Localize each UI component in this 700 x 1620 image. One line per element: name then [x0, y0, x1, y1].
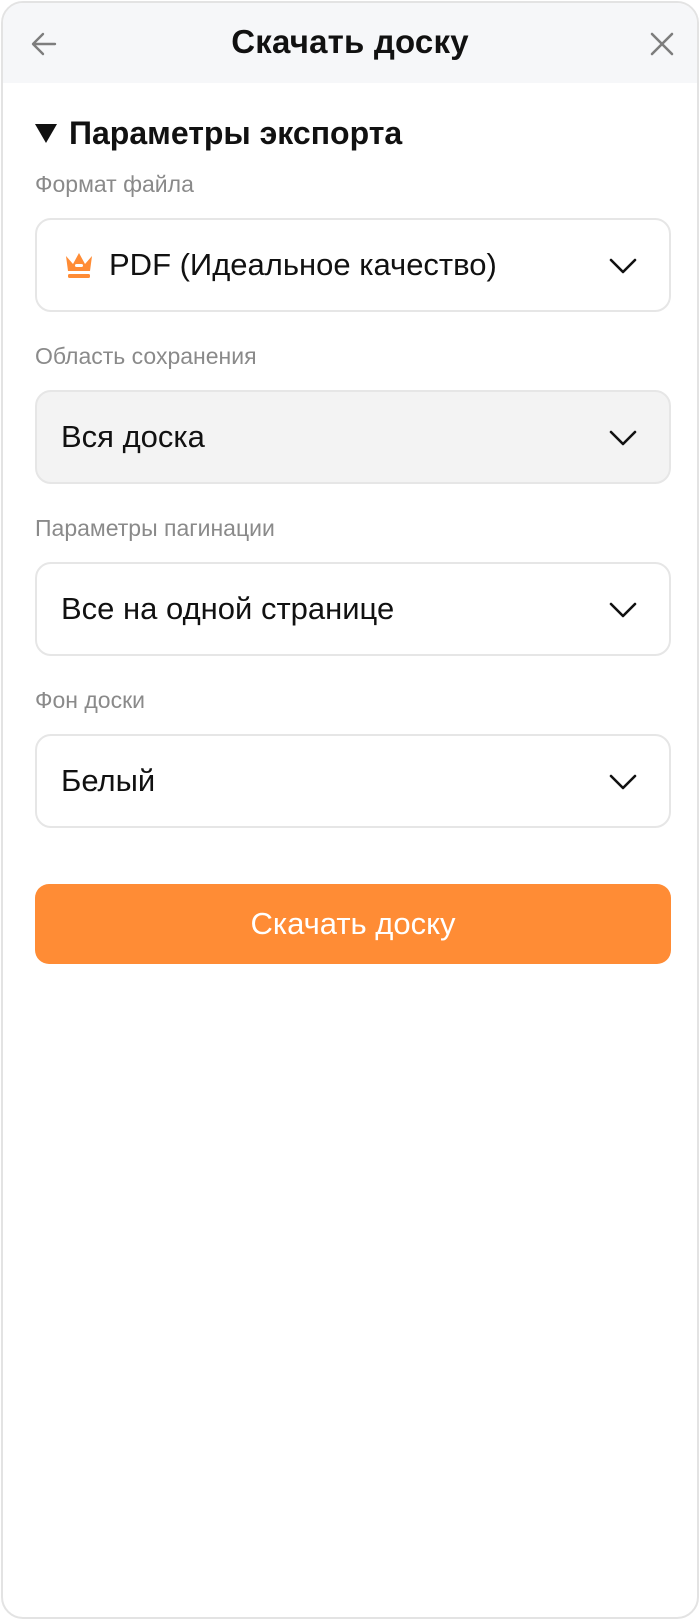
close-button[interactable] [645, 27, 679, 61]
pagination-value: Все на одной странице [61, 591, 395, 626]
chevron-down-icon [607, 422, 639, 454]
area-value: Вся доска [61, 419, 205, 454]
area-select[interactable]: Вся доска [35, 390, 671, 484]
download-board-button[interactable]: Скачать доску [35, 884, 671, 964]
page-title: Скачать доску [231, 23, 469, 60]
background-select[interactable]: Белый [35, 734, 671, 828]
background-label: Фон доски [35, 687, 145, 713]
area-label: Область сохранения [35, 343, 257, 369]
pagination-label: Параметры пагинации [35, 515, 275, 541]
section-title: Параметры экспорта [69, 114, 403, 151]
panel-header: Скачать доску [3, 3, 697, 83]
export-settings-toggle[interactable]: Параметры экспорта [35, 113, 402, 153]
background-value: Белый [61, 763, 156, 798]
format-label: Формат файла [35, 171, 194, 197]
pagination-select[interactable]: Все на одной странице [35, 562, 671, 656]
close-icon [650, 32, 674, 56]
format-value: PDF (Идеальное качество) [109, 247, 497, 282]
chevron-down-icon [607, 250, 639, 282]
chevron-down-icon [607, 594, 639, 626]
download-board-panel: Скачать доску Параметры экспорта Формат … [1, 1, 699, 1619]
format-select[interactable]: PDF (Идеальное качество) [35, 218, 671, 312]
crown-icon [61, 247, 97, 283]
chevron-down-icon [607, 766, 639, 798]
expand-triangle-icon [35, 123, 57, 143]
